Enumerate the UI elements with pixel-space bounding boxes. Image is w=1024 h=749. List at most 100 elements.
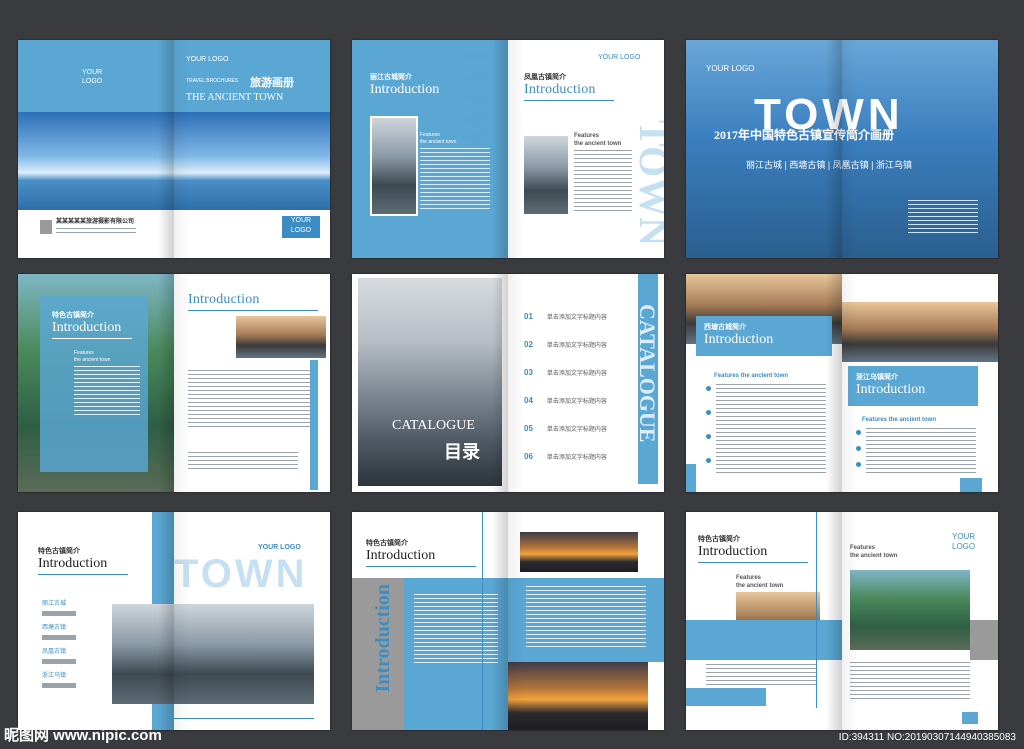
qr-code-icon [40, 220, 52, 234]
intro2-right-photo [236, 316, 326, 358]
intro6-right-page: Features the ancient town YOUR LOGO [842, 512, 998, 730]
heading-underline [366, 566, 476, 567]
lake-photo-right [174, 112, 330, 210]
bullet-icon [706, 434, 711, 439]
side-bar [310, 360, 318, 490]
intro1-left-page: TOWN 丽江古城简介 Introduction Features the an… [352, 40, 508, 258]
intro3-left-features: Features the ancient town [714, 373, 789, 379]
intro3-right-heading: Introduction [856, 382, 926, 397]
toc-item[interactable]: 03 单击添加文字标题内容 [524, 362, 634, 390]
contact-lines [56, 228, 136, 236]
intro3-right-features: Features the ancient town [862, 417, 937, 423]
intro4-cn: 特色古镇简介 [38, 548, 80, 555]
intro5-town-photo [508, 662, 648, 730]
intro1-left-heading: Introduction [370, 82, 440, 97]
cover-title-cn: 旅游画册 [250, 77, 294, 89]
corner-block [686, 464, 696, 492]
cover-logo-right: YOUR LOGO [186, 56, 229, 63]
catalogue-right-page: CATALOGUE 01 单击添加文字标题内容 02 单击添加文字标题内容 03 单击… [508, 274, 664, 492]
spread-town-headline[interactable]: YOUR LOGO TOWN 2017年中国特色古镇宣传简介画册 丽江古城 | … [686, 40, 998, 258]
intro6-right-features: Features the ancient town [850, 545, 898, 559]
spread-intro-1[interactable]: TOWN 丽江古城简介 Introduction Features the an… [352, 40, 664, 258]
vertical-rule [816, 512, 817, 708]
cover-logo-left: YOUR LOGO [82, 69, 103, 85]
intro1-left-text [420, 148, 490, 212]
heading-underline [52, 338, 132, 339]
intro6-right-text [850, 662, 970, 702]
toc-item[interactable]: 02 单击添加文字标题内容 [524, 334, 634, 362]
intro6-left-page: 特色古镇简介 Introduction Features the ancient… [686, 512, 842, 730]
intro5-left-text [414, 594, 498, 666]
intro6-grey-block [970, 620, 998, 660]
headline-title: 2017年中国特色古镇宣传简介画册 [714, 128, 895, 142]
catalogue-vertical-word: CATALOGUE [635, 304, 660, 443]
toc-item[interactable]: 01 单击添加文字标题内容 [524, 306, 634, 334]
intro1-features: Features the ancient town [420, 132, 457, 145]
intro1-right-cn: 凤凰古镇简介 [524, 74, 566, 81]
spread-intro-5[interactable]: 特色古镇简介 Introduction Introduction [352, 512, 664, 730]
intro3-left-cn: 西塘古城简介 [704, 324, 746, 331]
intro3-left-text [716, 384, 826, 474]
catalogue-left-page: CATALOGUE 目录 [352, 274, 508, 492]
intro2-left-text [74, 366, 140, 418]
catalogue-photo [358, 278, 502, 486]
corner-block [960, 478, 982, 492]
spread-intro-2[interactable]: 特色古镇简介 Introduction Features the ancient… [18, 274, 330, 492]
town-list: 丽江古城 西塘古镇 凤凰古镇 浙江乌镇 [42, 600, 76, 696]
cover-title-en: THE ANCIENT TOWN [186, 92, 284, 103]
toc-item[interactable]: 05 单击添加文字标题内容 [524, 418, 634, 446]
intro2-right-text [188, 370, 312, 430]
intro5-cn: 特色古镇简介 [366, 540, 408, 547]
intro2-cn: 特色古镇简介 [52, 312, 94, 319]
intro3-left-page: 西塘古城简介 Introduction Features the ancient… [686, 274, 842, 492]
intro1-right-photo [524, 136, 568, 214]
intro6-heading: Introduction [698, 544, 768, 559]
intro1-right-heading: Introduction [524, 82, 596, 97]
intro3-right-photo [842, 302, 998, 362]
spread-intro-3[interactable]: 西塘古城简介 Introduction Features the ancient… [686, 274, 998, 492]
cover-left-page: YOUR LOGO 某某某某某旅游摄影有限公司 [18, 40, 174, 258]
intro3-right-text [866, 428, 976, 474]
town-vertical-text-right: TOWN [631, 120, 664, 246]
intro2-left-page: 特色古镇简介 Introduction Features the ancient… [18, 274, 174, 492]
toc-list: 01 单击添加文字标题内容 02 单击添加文字标题内容 03 单击添加文字标题内容 0… [524, 306, 634, 474]
intro4-logo: YOUR LOGO [258, 544, 301, 551]
intro5-left-page: 特色古镇简介 Introduction Introduction [352, 512, 508, 730]
toc-item[interactable]: 04 单击添加文字标题内容 [524, 390, 634, 418]
heading-underline [188, 310, 318, 311]
intro6-blue-band [686, 620, 842, 660]
intro5-right-text [526, 586, 646, 650]
bullet-icon [706, 458, 711, 463]
spread-intro-6[interactable]: 特色古镇简介 Introduction Features the ancient… [686, 512, 998, 730]
intro4-left-page: 特色古镇简介 Introduction 丽江古城 西塘古镇 凤凰古镇 浙江乌镇 [18, 512, 174, 730]
intro2-caption [188, 452, 298, 470]
watermark-site: 昵图网 www.nipic.com [4, 727, 162, 744]
intro1-left-cn: 丽江古城简介 [370, 74, 412, 81]
intro3-right-cn: 浙江乌镇简介 [856, 374, 898, 381]
spread-cover[interactable]: YOUR LOGO 某某某某某旅游摄影有限公司 YOUR LOGO TRAVEL… [18, 40, 330, 258]
intro1-right-text [574, 150, 632, 214]
intro1-right-page: YOUR LOGO 凤凰古镇简介 Introduction Features t… [508, 40, 664, 258]
cover-right-page: YOUR LOGO TRAVEL BROCHURES 旅游画册 THE ANCI… [174, 40, 330, 258]
lake-photo [18, 112, 174, 210]
vertical-rule [482, 512, 483, 730]
intro2-right-heading: Introduction [188, 292, 260, 307]
spread-catalogue[interactable]: CATALOGUE 目录 CATALOGUE 01 单击添加文字标题内容 02 单击… [352, 274, 664, 492]
toc-item[interactable]: 06 单击添加文字标题内容 [524, 446, 634, 474]
town-list-line: 丽江古城 | 西塘古镇 | 凤凰古镇 | 浙江乌镇 [746, 160, 913, 170]
spread-intro-4[interactable]: 特色古镇简介 Introduction 丽江古城 西塘古镇 凤凰古镇 浙江乌镇 … [18, 512, 330, 730]
intro4-right-page: YOUR LOGO TOWN [174, 512, 330, 730]
intro2-right-page: Introduction [174, 274, 330, 492]
bullet-icon [856, 462, 861, 467]
bottom-rule [174, 718, 314, 719]
travel-brochures-label: TRAVEL BROCHURES [186, 78, 239, 84]
heading-underline [524, 100, 614, 101]
intro6-features: Features the ancient town [736, 575, 784, 589]
intro6-left-text [706, 664, 816, 688]
bullet-icon [856, 430, 861, 435]
intro5-vertical-heading: Introduction [372, 584, 394, 693]
heading-underline [698, 562, 808, 563]
corner-block [962, 712, 978, 724]
intro1-left-photo [370, 116, 418, 216]
intro3-right-page: 浙江乌镇简介 Introduction Features the ancient… [842, 274, 998, 492]
